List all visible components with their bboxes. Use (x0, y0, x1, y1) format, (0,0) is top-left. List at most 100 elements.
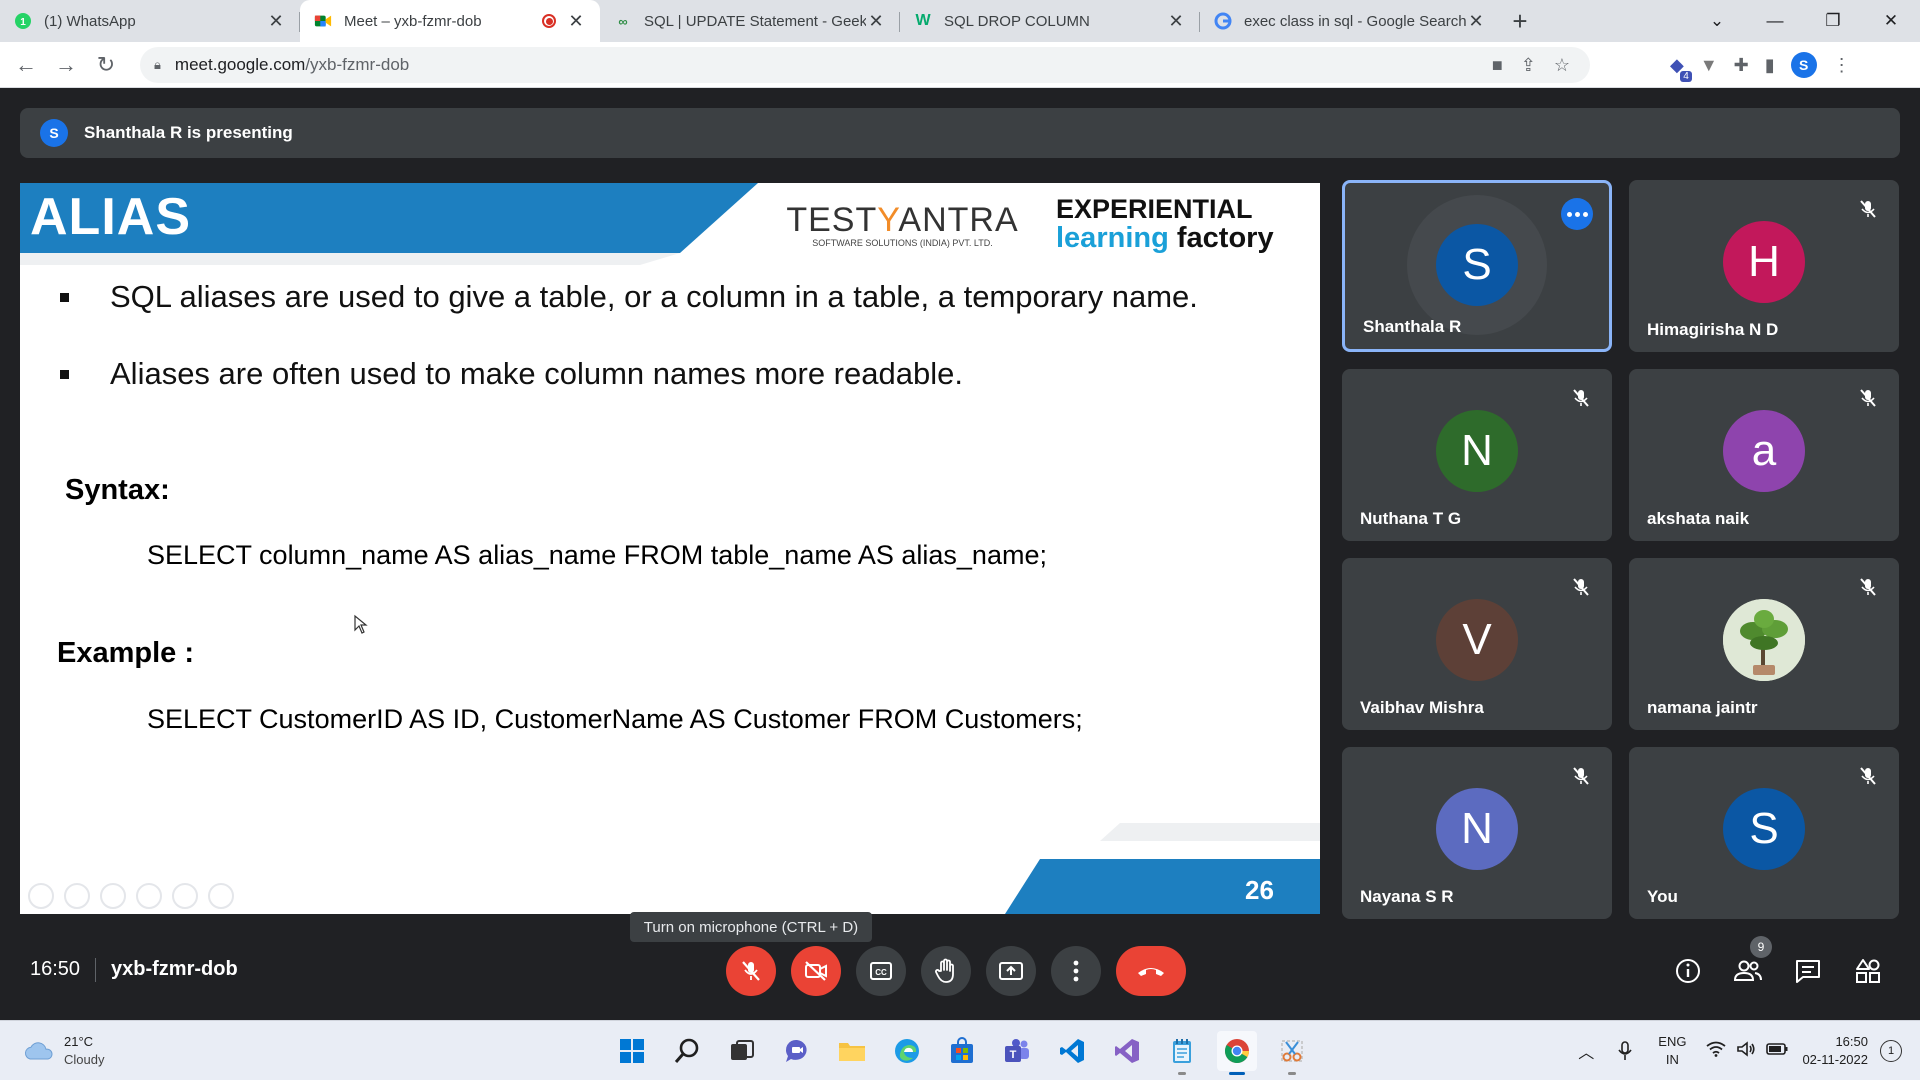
people-button[interactable] (1730, 953, 1766, 989)
participant-tile-self[interactable]: S You (1629, 747, 1899, 919)
participant-tile[interactable]: N Nuthana T G (1342, 369, 1612, 541)
close-window-icon[interactable]: ✕ (1862, 0, 1920, 42)
address-bar[interactable]: 🔒︎ meet.google.com/yxb-fzmr-dob ■ ⇪ ☆ (140, 47, 1590, 83)
present-now-button[interactable] (986, 946, 1036, 996)
slide-title: ALIAS (30, 188, 191, 246)
avatar: S (1436, 224, 1518, 306)
visual-studio-app[interactable] (1107, 1031, 1147, 1071)
extension-icon[interactable]: ◆ 4 (1670, 55, 1692, 82)
close-tab-icon[interactable]: ✕ (1466, 11, 1486, 32)
tab-search-icon[interactable]: ⌄ (1688, 0, 1746, 42)
reload-icon[interactable]: ↻ (86, 45, 126, 85)
mic-muted-icon (1860, 200, 1876, 218)
example-heading: Example : (57, 637, 194, 669)
cloud-icon (24, 1042, 53, 1060)
raise-hand-button[interactable] (921, 946, 971, 996)
more-options-icon[interactable] (1561, 198, 1593, 230)
divider (95, 958, 96, 982)
presenting-text: Shanthala R is presenting (84, 123, 293, 142)
task-view-button[interactable] (722, 1031, 762, 1071)
search-icon (674, 1038, 699, 1063)
close-tab-icon[interactable]: ✕ (1166, 11, 1186, 32)
mic-muted-icon (1573, 389, 1589, 407)
file-explorer-app[interactable] (832, 1031, 872, 1071)
next-slide-icon[interactable] (64, 883, 90, 909)
participant-tile[interactable]: N Nayana S R (1342, 747, 1612, 919)
profile-avatar[interactable]: S (1790, 52, 1817, 78)
participant-name: You (1647, 887, 1678, 906)
close-tab-icon[interactable]: ✕ (566, 11, 586, 32)
url-text: meet.google.com/yxb-fzmr-dob (174, 55, 410, 74)
leave-call-button[interactable] (1116, 946, 1186, 996)
participant-tile[interactable]: namana jaintr (1629, 558, 1899, 730)
microphone-in-use-icon[interactable] (1616, 1040, 1634, 1062)
teams-app[interactable]: T (997, 1031, 1037, 1071)
lock-icon[interactable]: 🔒︎ (154, 57, 161, 73)
back-icon[interactable]: ← (6, 45, 46, 85)
camera-in-use-icon[interactable]: ■ (1492, 55, 1503, 76)
meet-icon (314, 12, 332, 30)
extensions-puzzle-icon[interactable]: ✚ (1734, 55, 1749, 76)
more-options-button[interactable] (1051, 946, 1101, 996)
forward-icon[interactable]: → (46, 45, 86, 85)
microsoft-store-app[interactable] (942, 1031, 982, 1071)
teams-icon: T (1005, 1039, 1029, 1062)
restore-icon[interactable]: ❐ (1804, 0, 1862, 42)
input-language[interactable]: ENG IN (1658, 1033, 1686, 1069)
teams-chat-app[interactable] (777, 1031, 817, 1071)
browser-menu-icon[interactable]: ⋮ (1833, 55, 1851, 76)
start-button[interactable] (612, 1031, 652, 1071)
weather-widget[interactable]: 21°C Cloudy (22, 1033, 104, 1069)
microphone-toggle-button[interactable] (726, 946, 776, 996)
slide-page-number: 26 (1245, 875, 1274, 905)
share-icon[interactable]: ⇪ (1521, 55, 1536, 76)
participant-name: Vaibhav Mishra (1360, 698, 1484, 717)
side-panel-icon[interactable]: ▮ (1765, 55, 1775, 76)
activities-button[interactable] (1850, 953, 1886, 989)
participant-tile[interactable]: V Vaibhav Mishra (1342, 558, 1612, 730)
battery-icon[interactable] (1766, 1042, 1788, 1061)
tab-meet[interactable]: Meet – yxb-fzmr-dob ✕ (300, 0, 600, 42)
wifi-icon[interactable] (1706, 1041, 1727, 1062)
system-clock[interactable]: 16:50 02-11-2022 (1802, 1033, 1868, 1069)
snipping-tool-app[interactable] (1272, 1031, 1312, 1075)
chat-button[interactable] (1790, 953, 1826, 989)
presenting-banner: S Shanthala R is presenting (20, 108, 1900, 158)
tab-google-search[interactable]: exec class in sql - Google Search ✕ (1200, 0, 1500, 42)
participant-tile[interactable]: S Shanthala R (1342, 180, 1612, 352)
edge-app[interactable] (887, 1031, 927, 1071)
slides-overview-icon[interactable] (136, 883, 162, 909)
pen-icon[interactable] (100, 883, 126, 909)
close-tab-icon[interactable]: ✕ (266, 11, 286, 32)
zoom-icon[interactable] (172, 883, 198, 909)
hang-up-icon (1138, 968, 1164, 976)
vpn-extension-icon[interactable]: ▼ (1700, 55, 1718, 76)
tab-whatsapp[interactable]: 1 (1) WhatsApp ✕ (0, 0, 300, 42)
bookmark-star-icon[interactable]: ☆ (1554, 55, 1570, 76)
participant-tile[interactable]: H Himagirisha N D (1629, 180, 1899, 352)
notification-badge[interactable]: 1 (1880, 1040, 1902, 1062)
tab-w3schools[interactable]: W SQL DROP COLUMN ✕ (900, 0, 1200, 42)
tab-geeksforgeeks[interactable]: ∞ SQL | UPDATE Statement - Geeks ✕ (600, 0, 900, 42)
notepad-app[interactable] (1162, 1031, 1202, 1075)
show-hidden-icons-icon[interactable]: ︿ (1578, 1039, 1594, 1063)
chrome-app[interactable] (1217, 1031, 1257, 1075)
previous-slide-icon[interactable] (28, 883, 54, 909)
camera-toggle-button[interactable] (791, 946, 841, 996)
meeting-details-button[interactable] (1670, 953, 1706, 989)
tab-title: exec class in sql - Google Search (1244, 12, 1466, 30)
captions-button[interactable]: CC (856, 946, 906, 996)
minimize-icon[interactable]: — (1746, 0, 1804, 42)
participant-name: akshata naik (1647, 509, 1750, 528)
more-options-icon[interactable] (208, 883, 234, 909)
avatar-photo (1723, 599, 1805, 681)
volume-icon[interactable] (1736, 1040, 1756, 1062)
avatar: S (1723, 788, 1805, 870)
taskbar-search-button[interactable] (667, 1031, 707, 1071)
close-tab-icon[interactable]: ✕ (866, 11, 886, 32)
participant-tile[interactable]: a akshata naik (1629, 369, 1899, 541)
google-icon (1214, 12, 1232, 30)
vscode-app[interactable] (1052, 1031, 1092, 1071)
system-tray: ︿ ENG IN 16:50 02-11-2022 1 (1578, 1021, 1920, 1080)
new-tab-button[interactable]: + (1500, 0, 1540, 42)
